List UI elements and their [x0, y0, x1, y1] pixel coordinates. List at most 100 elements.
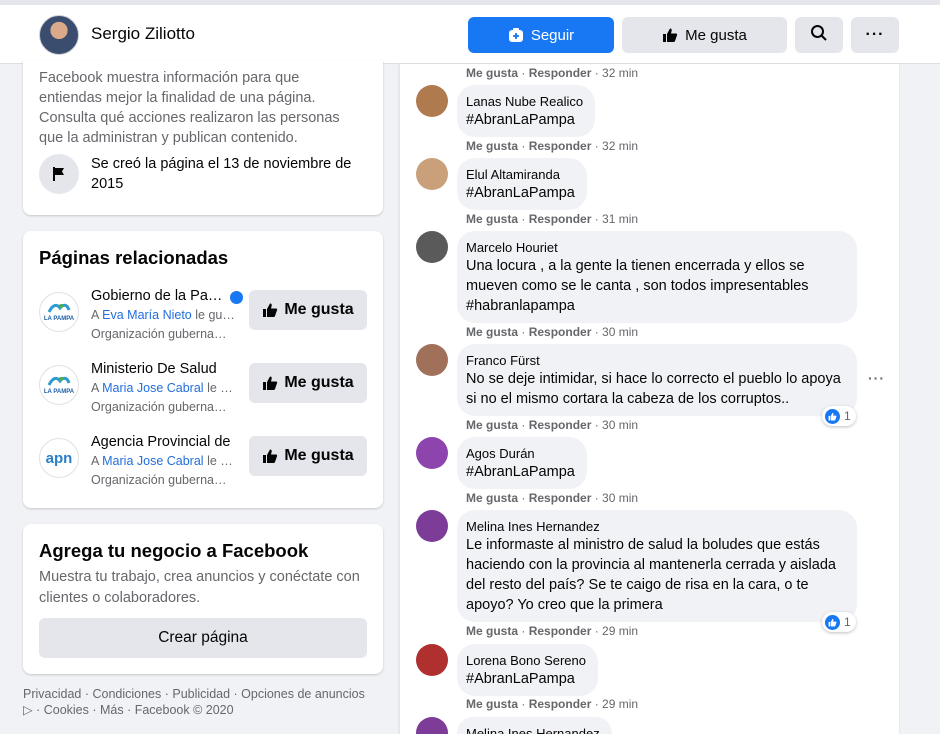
comment-author[interactable]: Elul Altamiranda	[466, 166, 575, 183]
comment-like-link[interactable]: Me gusta	[466, 325, 518, 339]
comment-time[interactable]: 30 min	[602, 325, 638, 339]
commenter-avatar[interactable]	[416, 344, 448, 376]
comment-options-icon[interactable]: ···	[868, 370, 888, 390]
friend-link[interactable]: Maria Jose Cabral	[102, 381, 203, 395]
comment-time[interactable]: 30 min	[602, 491, 638, 505]
related-like-label: Me gusta	[284, 374, 354, 391]
comment-reply-link[interactable]: Responder	[529, 418, 592, 432]
like-label: Me gusta	[685, 26, 747, 44]
commenter-avatar[interactable]	[416, 85, 448, 117]
page-created-row: Se creó la página el 13 de noviembre de …	[39, 154, 369, 194]
page-transparency-card: Facebook muestra información para que en…	[23, 60, 383, 215]
comment-time[interactable]: 29 min	[602, 624, 638, 638]
commenter-avatar[interactable]	[416, 158, 448, 190]
flag-icon	[39, 154, 79, 194]
comment-time[interactable]: 29 min	[602, 697, 638, 711]
comment-text: Una locura , a la gente la tienen encerr…	[466, 258, 809, 314]
comment-like-link[interactable]: Me gusta	[466, 139, 518, 153]
comment-actions: Me gusta · Responder · 30 min	[466, 491, 639, 505]
follow-button[interactable]: Seguir	[468, 17, 614, 53]
comment-time[interactable]: 32 min	[602, 66, 638, 80]
comment-text: #AbranLaPampa	[466, 464, 575, 480]
like-reaction-icon	[825, 408, 840, 424]
friend-prefix: A	[91, 308, 99, 322]
related-pages-card: Páginas relacionadas LA PAMPA Gobierno d…	[23, 231, 383, 508]
comments-feed[interactable]: Me gusta · Responder · 32 min Lanas Nube…	[399, 64, 899, 734]
page-created-text: Se creó la página el 13 de noviembre de …	[91, 156, 352, 192]
commenter-avatar[interactable]	[416, 717, 448, 734]
related-like-button[interactable]: Me gusta	[249, 436, 367, 476]
comment-like-link[interactable]: Me gusta	[466, 697, 518, 711]
page-title[interactable]: Sergio Ziliotto	[91, 24, 195, 44]
comment-like-link[interactable]: Me gusta	[466, 624, 518, 638]
apn-logo[interactable]: apn	[39, 438, 79, 478]
comment-time[interactable]: 32 min	[602, 139, 638, 153]
comment-reactions[interactable]: 1	[822, 406, 856, 426]
commenter-avatar[interactable]	[416, 644, 448, 676]
comment-reply-link[interactable]: Responder	[529, 697, 592, 711]
comment-author[interactable]: Melina Ines Hernandez	[466, 518, 845, 535]
commenter-avatar[interactable]	[416, 510, 448, 542]
comment-author[interactable]: Marcelo Houriet	[466, 239, 845, 256]
comment-bubble: Marcelo Houriet Una locura , a la gente …	[457, 231, 857, 323]
comment-author[interactable]: Franco Fürst	[466, 352, 845, 369]
comment-like-link[interactable]: Me gusta	[466, 491, 518, 505]
friend-link[interactable]: Maria Jose Cabral	[102, 454, 203, 468]
follow-icon	[508, 27, 524, 43]
related-page-item[interactable]: LA PAMPA Ministerio De Salud A Maria Jos…	[39, 361, 369, 421]
comment-bubble: Melina Ines Hernandez Le informaste al m…	[457, 510, 857, 622]
comment-reply-link[interactable]: Responder	[529, 139, 592, 153]
related-page-name[interactable]: Agencia Provincial de	[91, 434, 231, 450]
friend-link[interactable]: Eva María Nieto	[102, 308, 192, 322]
comment-author[interactable]: Lorena Bono Sereno	[466, 652, 586, 669]
like-icon	[662, 27, 678, 43]
related-like-button[interactable]: Me gusta	[249, 363, 367, 403]
create-page-button[interactable]: Crear página	[39, 618, 367, 658]
related-pages-title: Páginas relacionadas	[39, 247, 229, 268]
commenter-avatar[interactable]	[416, 231, 448, 263]
footer-links: Privacidad · Condiciones · Publicidad · …	[23, 686, 388, 718]
comment-like-link[interactable]: Me gusta	[466, 212, 518, 226]
related-page-category: Organización gubernamental	[91, 400, 236, 414]
reaction-count: 1	[844, 615, 851, 629]
more-button[interactable]: ···	[851, 17, 899, 53]
comment-text: #AbranLaPampa	[466, 671, 575, 687]
comment-reply-link[interactable]: Responder	[529, 325, 592, 339]
logo-text: apn	[45, 449, 73, 467]
friend-suffix: le gusta	[207, 381, 236, 395]
comment-reply-link[interactable]: Responder	[529, 624, 592, 638]
commenter-avatar[interactable]	[416, 437, 448, 469]
footer-line-2[interactable]: ▷ · Cookies · Más · Facebook © 2020	[23, 702, 388, 718]
comment-time[interactable]: 30 min	[602, 418, 638, 432]
comment-author[interactable]: Melina Ines Hernandez	[466, 725, 600, 734]
like-page-button[interactable]: Me gusta	[622, 17, 787, 53]
related-page-name-text: Gobierno de la Pampa	[91, 288, 231, 304]
comment-reactions[interactable]: 1	[822, 612, 856, 632]
comment-actions: Me gusta · Responder · 32 min	[466, 139, 639, 153]
related-page-item[interactable]: LA PAMPA Gobierno de la Pampa A Eva Marí…	[39, 288, 369, 348]
related-page-name[interactable]: Gobierno de la Pampa	[91, 288, 231, 304]
comment-bubble: Lorena Bono Sereno #AbranLaPampa	[457, 644, 598, 696]
related-page-name[interactable]: Ministerio De Salud	[91, 361, 231, 377]
search-button[interactable]	[795, 17, 843, 53]
comment-text: #AbranLaPampa	[466, 185, 575, 201]
page-avatar[interactable]	[39, 15, 79, 55]
logo-text: LA PAMPA	[43, 389, 75, 395]
related-like-button[interactable]: Me gusta	[249, 290, 367, 330]
like-icon	[262, 375, 278, 391]
footer-line-1[interactable]: Privacidad · Condiciones · Publicidad · …	[23, 686, 388, 702]
comment-like-link[interactable]: Me gusta	[466, 66, 518, 80]
la-pampa-logo[interactable]: LA PAMPA	[39, 365, 79, 405]
related-page-friend: A Maria Jose Cabral le gusta	[91, 454, 236, 468]
friend-suffix: le gusta	[195, 308, 236, 322]
comment-reply-link[interactable]: Responder	[529, 66, 592, 80]
comment-author[interactable]: Lanas Nube Realico	[466, 93, 583, 110]
related-page-item[interactable]: apn Agencia Provincial de A Maria Jose C…	[39, 434, 369, 494]
comment-reply-link[interactable]: Responder	[529, 491, 592, 505]
la-pampa-logo[interactable]: LA PAMPA	[39, 292, 79, 332]
related-page-name-text: Ministerio De Salud	[91, 361, 217, 377]
comment-time[interactable]: 31 min	[602, 212, 638, 226]
comment-like-link[interactable]: Me gusta	[466, 418, 518, 432]
comment-reply-link[interactable]: Responder	[529, 212, 592, 226]
comment-author[interactable]: Agos Durán	[466, 445, 575, 462]
